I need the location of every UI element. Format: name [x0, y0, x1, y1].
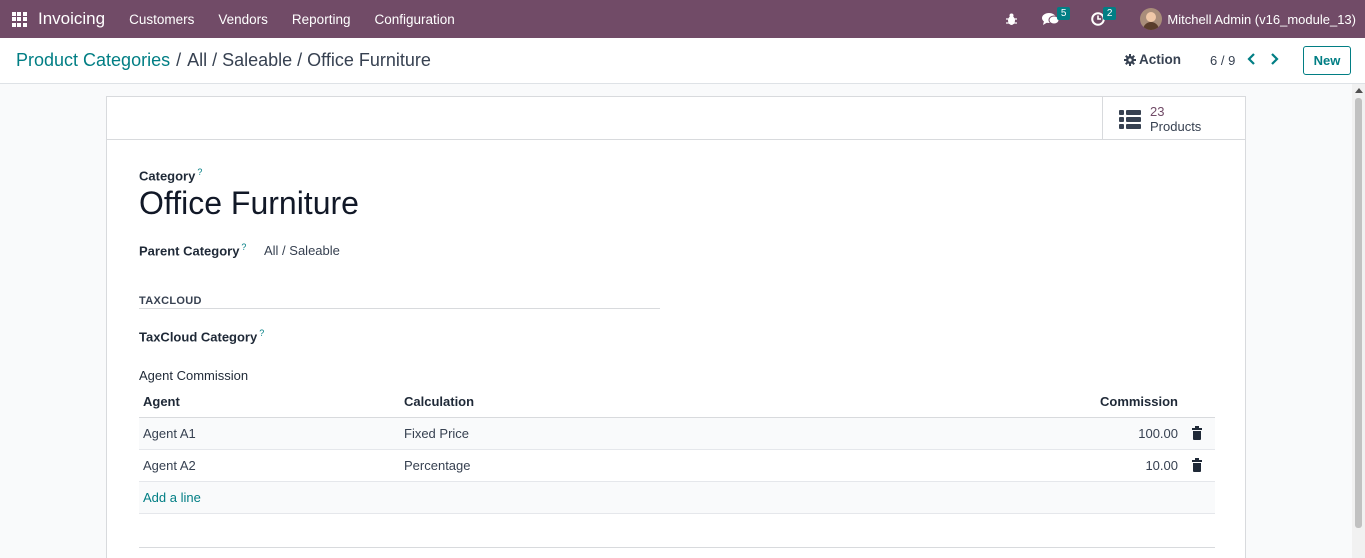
header-commission[interactable]: Commission [1100, 394, 1178, 409]
pager-next-button[interactable] [1269, 52, 1279, 68]
header-calculation[interactable]: Calculation [404, 394, 474, 409]
menu-configuration[interactable]: Configuration [362, 12, 466, 27]
gear-icon [1124, 53, 1136, 66]
apps-grid-icon[interactable] [0, 0, 38, 38]
taxcloud-category-help-icon[interactable]: ? [259, 328, 264, 338]
commission-table: Agent Calculation Commission Agent A1 Fi… [139, 385, 1215, 514]
menu-vendors[interactable]: Vendors [206, 12, 280, 27]
table-row[interactable]: Agent A1 Fixed Price 100.00 [139, 418, 1215, 450]
new-button[interactable]: New [1303, 46, 1351, 75]
breadcrumb-current: All / Saleable / Office Furniture [187, 50, 431, 70]
scrollbar[interactable] [1352, 84, 1365, 558]
avatar[interactable] [1140, 8, 1163, 30]
activities-button[interactable]: 2 [1082, 0, 1117, 38]
app-name[interactable]: Invoicing [38, 9, 105, 29]
messages-button[interactable]: 5 [1033, 0, 1071, 38]
table-header: Agent Calculation Commission [139, 385, 1215, 418]
user-menu[interactable]: Mitchell Admin (v16_module_13) [1167, 12, 1356, 27]
add-line-row: Add a line [139, 482, 1215, 514]
parent-category-label: Parent Category [139, 243, 240, 259]
products-count: 23 [1150, 103, 1165, 119]
row-agent: Agent A2 [143, 458, 196, 473]
chevron-right-icon [1271, 53, 1279, 65]
add-line-link[interactable]: Add a line [143, 490, 201, 505]
list-icon [1119, 109, 1141, 129]
button-box: 23 Products [107, 97, 1245, 140]
taxcloud-category-label: TaxCloud Category [139, 329, 258, 345]
table-bottom-divider [139, 547, 1215, 548]
category-help-icon[interactable]: ? [197, 167, 202, 177]
action-button[interactable]: Action [1124, 52, 1181, 67]
header-agent[interactable]: Agent [143, 394, 180, 409]
taxcloud-section-title: TAXCLOUD [139, 295, 202, 307]
activities-badge: 2 [1102, 7, 1117, 20]
row-calculation: Fixed Price [404, 426, 470, 441]
scroll-up-icon[interactable] [1355, 88, 1363, 93]
products-label: Products [1150, 118, 1202, 134]
row-calculation: Percentage [404, 458, 471, 473]
menu-reporting[interactable]: Reporting [280, 12, 363, 27]
category-label: Category [139, 168, 196, 184]
pager-previous-button[interactable] [1247, 52, 1257, 68]
scroll-thumb[interactable] [1355, 98, 1362, 528]
taxcloud-divider [139, 308, 660, 309]
messages-badge: 5 [1056, 7, 1071, 20]
form-sheet: 23 Products Category? Office Furniture P… [106, 96, 1246, 558]
control-panel: Product Categories / All / Saleable / Offi… [0, 38, 1365, 84]
chevron-left-icon [1247, 53, 1255, 65]
breadcrumb-product-categories[interactable]: Product Categories [16, 50, 170, 70]
debug-button[interactable] [996, 0, 1027, 38]
top-navbar: Invoicing Customers Vendors Reporting Co… [0, 0, 1365, 38]
breadcrumb-separator: / [176, 50, 182, 70]
action-label: Action [1139, 52, 1181, 67]
products-stat-button[interactable]: 23 Products [1102, 97, 1245, 140]
table-row[interactable]: Agent A2 Percentage 10.00 [139, 450, 1215, 482]
trash-icon[interactable] [1192, 458, 1202, 472]
pager-value[interactable]: 6 / 9 [1210, 53, 1235, 68]
bug-icon [1006, 13, 1018, 25]
parent-category-help-icon[interactable]: ? [241, 242, 246, 252]
row-agent: Agent A1 [143, 426, 196, 441]
row-commission: 10.00 [1145, 458, 1178, 473]
trash-icon[interactable] [1192, 426, 1202, 440]
row-commission: 100.00 [1138, 426, 1178, 441]
agent-commission-title: Agent Commission [139, 368, 249, 383]
menu-customers[interactable]: Customers [117, 12, 206, 27]
category-name-field[interactable]: Office Furniture [139, 185, 359, 222]
breadcrumb: Product Categories / All / Saleable / Offi… [16, 50, 431, 71]
parent-category-field[interactable]: All / Saleable [264, 243, 340, 258]
